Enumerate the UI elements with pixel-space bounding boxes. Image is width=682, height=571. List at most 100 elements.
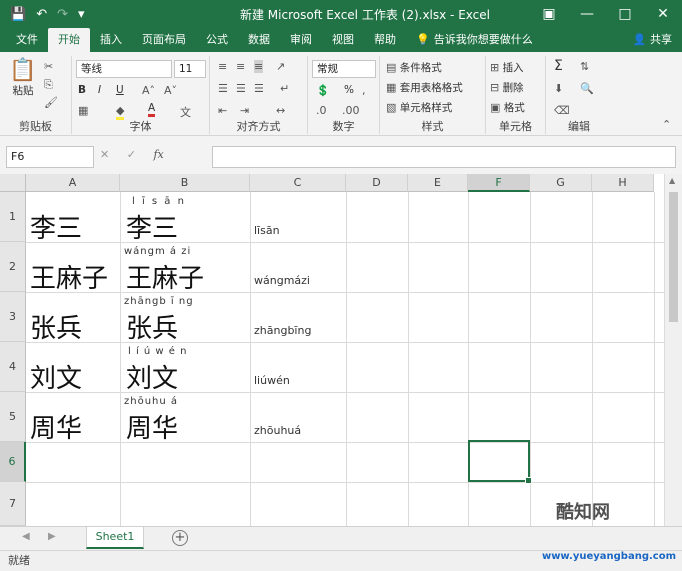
vertical-scrollbar[interactable]: ▲	[664, 174, 682, 526]
cell-a2[interactable]: 王麻子	[30, 258, 108, 295]
formula-input[interactable]	[212, 146, 676, 168]
row-header-5[interactable]: 5	[0, 392, 26, 442]
cell-a1[interactable]: 李三	[30, 208, 82, 245]
tab-review[interactable]: 审阅	[280, 28, 322, 52]
tab-page-layout[interactable]: 页面布局	[132, 28, 196, 52]
wrap-text-icon[interactable]: ↵	[280, 82, 289, 95]
insert-function-icon[interactable]: fx	[153, 148, 163, 161]
cell-a3[interactable]: 张兵	[30, 308, 82, 345]
percent-button[interactable]: %	[344, 84, 354, 96]
increase-indent-icon[interactable]: ⇥	[240, 104, 249, 117]
column-header-g[interactable]: G	[530, 174, 592, 192]
tab-help[interactable]: 帮助	[364, 28, 406, 52]
merge-center-icon[interactable]: ↔	[276, 104, 285, 117]
column-header-c[interactable]: C	[250, 174, 346, 192]
cell-styles-button[interactable]: ▧ 单元格样式	[386, 100, 452, 115]
column-header-f[interactable]: F	[468, 174, 530, 192]
ribbon-display-options-icon[interactable]: ▣	[530, 6, 568, 22]
row-header-3[interactable]: 3	[0, 292, 26, 342]
italic-button[interactable]: I	[98, 84, 101, 96]
autosum-icon[interactable]: Σ	[554, 58, 563, 74]
orientation-icon[interactable]: ↗	[276, 60, 285, 73]
align-top-icon[interactable]: ≡	[218, 60, 227, 73]
column-header-b[interactable]: B	[120, 174, 250, 192]
increase-font-icon[interactable]: A˄	[142, 84, 155, 97]
row-header-6[interactable]: 6	[0, 442, 26, 482]
tab-view[interactable]: 视图	[322, 28, 364, 52]
format-as-table-button[interactable]: ▦ 套用表格格式	[386, 80, 463, 95]
share-button[interactable]: 👤 共享	[623, 28, 682, 52]
cut-icon[interactable]: ✂	[44, 60, 53, 73]
vertical-scroll-thumb[interactable]	[669, 192, 678, 322]
close-icon[interactable]: ✕	[644, 6, 682, 22]
align-right-icon[interactable]: ☰	[254, 82, 264, 95]
scroll-up-icon[interactable]: ▲	[669, 176, 675, 185]
align-left-icon[interactable]: ☰	[218, 82, 228, 95]
comma-style-icon[interactable]: ,	[362, 84, 366, 97]
prev-sheet-icon[interactable]: ◀	[22, 531, 30, 542]
underline-button[interactable]: U	[116, 84, 124, 96]
cell-b2[interactable]: 王麻子	[126, 258, 204, 295]
select-all-corner[interactable]	[0, 174, 26, 192]
decrease-font-icon[interactable]: A˅	[164, 84, 177, 97]
cell-c4[interactable]: liúwén	[254, 374, 290, 387]
tab-data[interactable]: 数据	[238, 28, 280, 52]
tab-file[interactable]: 文件	[6, 28, 48, 52]
cancel-icon[interactable]: ✕	[100, 148, 109, 161]
cell-b4[interactable]: 刘文	[126, 358, 178, 395]
name-box[interactable]: F6	[6, 146, 94, 168]
delete-cells-button[interactable]: ⊟ 删除	[490, 80, 524, 95]
borders-icon[interactable]: ▦	[78, 104, 88, 117]
selected-cell-f6[interactable]	[468, 440, 532, 484]
paste-button[interactable]: 📋 粘贴	[8, 58, 38, 98]
customize-qat-icon[interactable]: ▾	[78, 7, 85, 22]
bold-button[interactable]: B	[78, 84, 86, 96]
sheet-tab-sheet1[interactable]: Sheet1	[86, 527, 144, 549]
format-cells-button[interactable]: ▣ 格式	[490, 100, 525, 115]
cell-c2[interactable]: wángmázi	[254, 274, 310, 287]
number-format-select[interactable]: 常规	[312, 60, 376, 78]
save-icon[interactable]: 💾	[10, 7, 26, 22]
align-middle-icon[interactable]: ≡	[236, 60, 245, 73]
next-sheet-icon[interactable]: ▶	[48, 531, 56, 542]
tell-me-box[interactable]: 💡 告诉我你想要做什么	[406, 28, 543, 52]
row-header-1[interactable]: 1	[0, 192, 26, 242]
font-color-icon[interactable]: A	[148, 102, 156, 117]
currency-icon[interactable]: 💲	[316, 84, 330, 97]
maximize-icon[interactable]: □	[606, 6, 644, 22]
tab-formulas[interactable]: 公式	[196, 28, 238, 52]
cell-a5[interactable]: 周华	[30, 408, 82, 445]
minimize-icon[interactable]: —	[568, 6, 606, 22]
collapse-ribbon-icon[interactable]: ⌃	[662, 118, 671, 131]
find-select-icon[interactable]: 🔍	[580, 82, 594, 95]
fill-icon[interactable]: ⬇	[554, 82, 563, 95]
tab-home[interactable]: 开始	[48, 28, 90, 52]
redo-icon[interactable]: ↷	[57, 7, 68, 22]
tab-insert[interactable]: 插入	[90, 28, 132, 52]
clear-icon[interactable]: ⌫	[554, 104, 570, 117]
align-center-icon[interactable]: ☰	[236, 82, 246, 95]
decrease-decimal-icon[interactable]: .00	[342, 104, 360, 117]
cell-b1[interactable]: 李三	[126, 208, 178, 245]
align-bottom-icon[interactable]: ≡	[254, 60, 264, 73]
font-size-select[interactable]: 11	[174, 60, 206, 78]
add-sheet-icon[interactable]: +	[172, 530, 188, 546]
cell-c3[interactable]: zhāngbīng	[254, 324, 311, 337]
row-header-4[interactable]: 4	[0, 342, 26, 392]
font-name-select[interactable]: 等线	[76, 60, 172, 78]
cell-c5[interactable]: zhōuhuá	[254, 424, 301, 437]
copy-icon[interactable]: ⎘	[44, 78, 53, 92]
column-header-h[interactable]: H	[592, 174, 654, 192]
enter-icon[interactable]: ✓	[127, 148, 136, 161]
conditional-formatting-button[interactable]: ▤ 条件格式	[386, 60, 442, 75]
cell-b3[interactable]: 张兵	[126, 308, 178, 345]
format-painter-icon[interactable]: 🖌	[44, 96, 58, 109]
insert-cells-button[interactable]: ⊞ 插入	[490, 60, 524, 75]
row-header-7[interactable]: 7	[0, 482, 26, 526]
column-header-a[interactable]: A	[26, 174, 120, 192]
cell-c1[interactable]: līsān	[254, 224, 280, 237]
column-header-e[interactable]: E	[408, 174, 468, 192]
decrease-indent-icon[interactable]: ⇤	[218, 104, 227, 117]
undo-icon[interactable]: ↶	[36, 7, 47, 22]
column-header-d[interactable]: D	[346, 174, 408, 192]
